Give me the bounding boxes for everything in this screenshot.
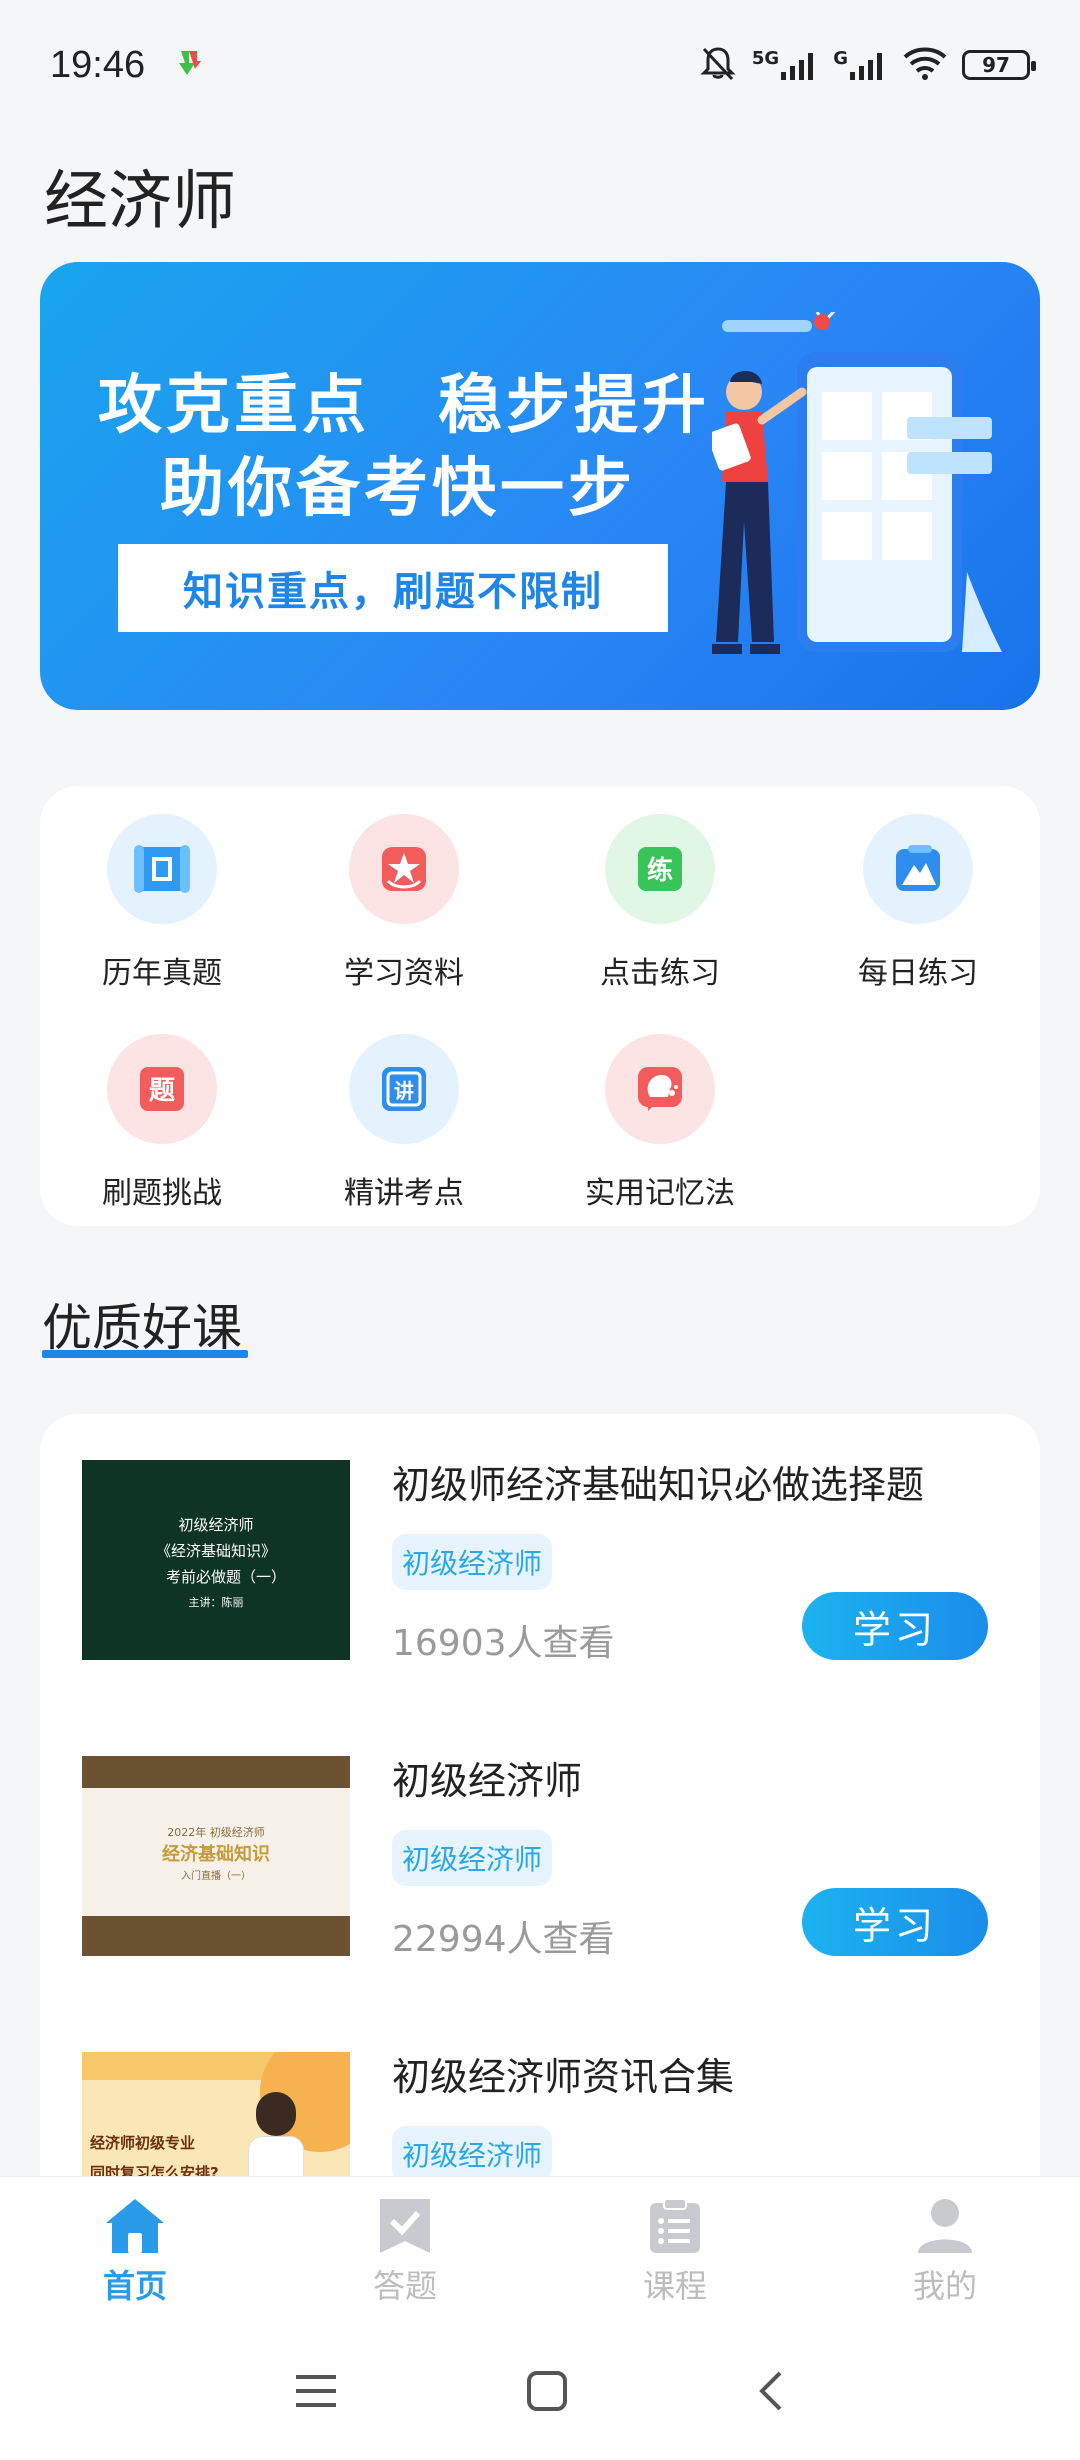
grid-item-click-practice[interactable]: 练 点击练习 <box>560 814 760 992</box>
course-title: 初级经济师 <box>392 1759 583 1803</box>
home-icon <box>106 2198 164 2253</box>
grid-item-memory-method[interactable]: 实用记忆法 <box>560 1034 760 1212</box>
battery-icon: 97 <box>962 50 1036 80</box>
nav-label: 答题 <box>372 2266 437 2305</box>
battery-level: 97 <box>982 53 1010 77</box>
brain-head-icon <box>605 1034 715 1144</box>
status-time: 19:46 <box>50 43 146 86</box>
grid-item-challenge[interactable]: 题 刷题挑战 <box>62 1034 262 1212</box>
nav-label: 课程 <box>642 2266 707 2305</box>
signal-g-icon: G <box>833 48 888 82</box>
question-icon: 题 <box>107 1034 217 1144</box>
back-icon[interactable] <box>756 2369 786 2417</box>
grid-item-study-materials[interactable]: 学习资料 <box>304 814 504 992</box>
svg-text:练: 练 <box>647 855 673 886</box>
grid-label: 实用记忆法 <box>585 1176 735 1211</box>
grid-item-key-points[interactable]: 讲 精讲考点 <box>304 1034 504 1212</box>
scroll-icon <box>107 814 217 924</box>
network-label-1: 5G <box>751 48 780 69</box>
home-square-icon[interactable] <box>525 2369 569 2417</box>
grid-label: 刷题挑战 <box>102 1176 222 1211</box>
banner-illustration-icon <box>712 312 1002 654</box>
star-book-icon <box>349 814 459 924</box>
answer-icon <box>380 2198 430 2253</box>
mountain-icon <box>863 814 973 924</box>
thumb-text: 初级经济师 <box>209 1826 265 1839</box>
signal-5g-icon: 5G <box>752 48 819 82</box>
course-tag: 初级经济师 <box>392 1830 553 1886</box>
course-tag: 初级经济师 <box>392 1534 553 1590</box>
nav-label: 我的 <box>912 2266 977 2305</box>
course-list: 初级经济师 《经济基础知识》 考前必做题（一） 主讲：陈丽 初级师经济基础知识必… <box>40 1414 1040 2194</box>
thumb-text: 初级经济师 <box>178 1516 254 1534</box>
grid-label: 历年真题 <box>102 956 222 991</box>
bottom-nav: 首页 答题 课程 我的 <box>0 2176 1080 2326</box>
status-bar: 19:46 5G G 97 <box>0 0 1080 130</box>
mute-bell-icon <box>698 43 738 87</box>
system-nav-bar <box>0 2326 1080 2460</box>
thumb-text: 主讲：陈丽 <box>188 1596 244 1609</box>
thumb-text: 经济基础知识 <box>162 1844 270 1865</box>
nav-profile[interactable]: 我的 <box>845 2197 1045 2307</box>
svg-text:题: 题 <box>149 1076 175 1106</box>
study-button[interactable]: 学习 <box>802 1592 988 1660</box>
lecture-icon: 讲 <box>349 1034 459 1144</box>
thumb-text: 2022年 <box>167 1826 207 1839</box>
feature-grid: 历年真题 学习资料 练 点击练习 每日练习 题 刷题挑战 讲 精讲考点 实用记忆… <box>40 786 1040 1226</box>
nav-course[interactable]: 课程 <box>575 2197 775 2307</box>
course-item[interactable]: 经济师初级专业 同时复习怎么安排? 初级经济师资讯合集 初级经济师 <box>40 2006 1040 2194</box>
network-label-2: G <box>833 48 848 69</box>
nav-answer[interactable]: 答题 <box>305 2197 505 2307</box>
app-notification-icon <box>173 47 205 83</box>
grid-label: 点击练习 <box>600 956 720 991</box>
wifi-icon <box>902 45 948 85</box>
page-title: 经济师 <box>44 165 236 239</box>
svg-text:讲: 讲 <box>394 1079 414 1103</box>
course-thumbnail: 2022年 初级经济师 经济基础知识 入门直播（一） <box>82 1756 350 1956</box>
banner-slogan-box: 知识重点，刷题不限制 <box>118 544 668 632</box>
grid-label: 学习资料 <box>344 956 464 991</box>
course-item[interactable]: 初级经济师 《经济基础知识》 考前必做题（一） 主讲：陈丽 初级师经济基础知识必… <box>40 1414 1040 1684</box>
section-underline <box>42 1350 248 1358</box>
menu-icon[interactable] <box>294 2371 338 2415</box>
profile-icon <box>918 2198 972 2253</box>
thumb-text: 入门直播（一） <box>181 1871 251 1882</box>
grid-label: 每日练习 <box>858 956 978 991</box>
grid-item-daily-practice[interactable]: 每日练习 <box>818 814 1018 992</box>
course-thumbnail: 初级经济师 《经济基础知识》 考前必做题（一） 主讲：陈丽 <box>82 1460 350 1660</box>
nav-label: 首页 <box>102 2266 167 2305</box>
study-button[interactable]: 学习 <box>802 1888 988 1956</box>
thumb-text: 《经济基础知识》 <box>155 1542 276 1560</box>
grid-label: 精讲考点 <box>344 1176 464 1211</box>
thumb-text: 考前必做题（一） <box>165 1568 286 1586</box>
course-title: 初级经济师资讯合集 <box>392 2055 735 2099</box>
course-title: 初级师经济基础知识必做选择题 <box>392 1463 925 1507</box>
grid-item-past-exams[interactable]: 历年真题 <box>62 814 262 992</box>
promo-banner[interactable]: 攻克重点 稳步提升 助你备考快一步 知识重点，刷题不限制 <box>40 262 1040 710</box>
thumb-text: 经济师初级专业 <box>90 2134 196 2152</box>
banner-headline-1: 攻克重点 稳步提升 <box>98 369 710 443</box>
course-views: 16903人查看 <box>392 1623 615 1664</box>
nav-home[interactable]: 首页 <box>35 2197 235 2307</box>
course-views: 22994人查看 <box>392 1919 615 1960</box>
course-item[interactable]: 2022年 初级经济师 经济基础知识 入门直播（一） 初级经济师 初级经济师 2… <box>40 1710 1040 1980</box>
course-icon <box>650 2197 700 2253</box>
course-thumbnail: 经济师初级专业 同时复习怎么安排? <box>82 2052 350 2194</box>
banner-headline-2: 助你备考快一步 <box>160 452 636 526</box>
course-tag: 初级经济师 <box>392 2126 553 2182</box>
practice-icon: 练 <box>605 814 715 924</box>
